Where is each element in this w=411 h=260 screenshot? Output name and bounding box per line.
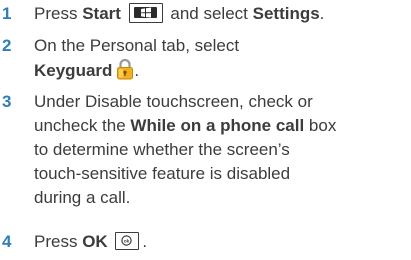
start-label: Start — [82, 4, 121, 23]
keyguard-label: Keyguard — [34, 61, 113, 80]
step-1: 1 Press Start and select Settings. — [0, 2, 411, 28]
step-number: 4 — [2, 232, 12, 251]
svg-text:ok: ok — [124, 238, 130, 243]
settings-label: Settings — [252, 4, 320, 23]
padlock-icon — [117, 58, 134, 80]
step-2: 2 On the Personal tab, select Keyguard. — [0, 34, 411, 86]
step-number: 2 — [2, 36, 12, 55]
step-text: Under Disable touchscreen, check or unch… — [34, 92, 337, 207]
while-on-a-phone-call-label: While on a phone call — [130, 116, 305, 135]
step-number: 3 — [2, 92, 12, 111]
step-text: Press OK ok. — [34, 232, 148, 251]
step-number: 1 — [2, 4, 12, 23]
step-text: Press Start and select Settings. — [34, 3, 325, 23]
windows-start-key-icon — [128, 3, 163, 23]
step-4: 4 Press OK ok. — [0, 230, 411, 256]
ok-label: OK — [82, 232, 108, 251]
step-text: On the Personal tab, select Keyguard. — [34, 36, 240, 80]
ok-key-icon: ok — [115, 232, 140, 250]
step-3: 3 Under Disable touchscreen, check or un… — [0, 90, 411, 214]
